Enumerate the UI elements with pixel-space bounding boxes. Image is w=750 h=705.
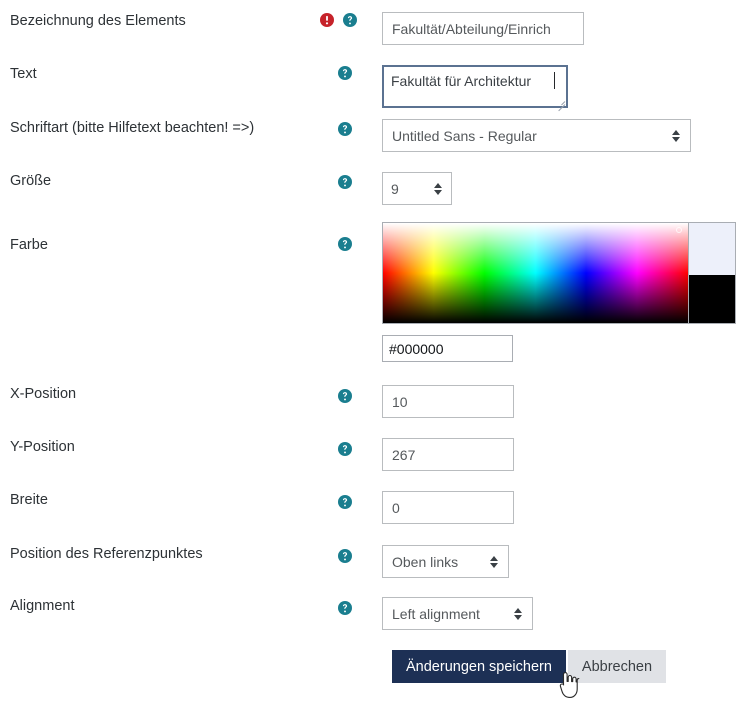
schriftart-select-value: Untitled Sans - Regular bbox=[392, 127, 537, 144]
spinner-updown-icon[interactable] bbox=[434, 182, 443, 196]
field-cell-farbe bbox=[382, 222, 750, 362]
form-row-bezeichnung: Bezeichnung des Elements bbox=[0, 12, 750, 45]
form-row-x-position: X-Position bbox=[0, 385, 750, 418]
form-row-farbe: Farbe bbox=[0, 222, 750, 362]
color-selection-marker bbox=[676, 227, 682, 233]
groesse-number-input[interactable]: 9 bbox=[382, 172, 452, 205]
chevron-updown-icon bbox=[514, 607, 523, 621]
alignment-select[interactable]: Left alignment bbox=[382, 597, 533, 630]
help-circle-icon[interactable] bbox=[338, 237, 352, 251]
field-cell-alignment: Left alignment bbox=[382, 597, 750, 630]
form-row-alignment: Alignment Left alignment bbox=[0, 597, 750, 630]
label-referenzpunkt: Position des Referenzpunktes bbox=[10, 546, 203, 562]
icon-cell-farbe bbox=[320, 222, 382, 251]
help-circle-icon[interactable] bbox=[338, 122, 352, 136]
help-circle-icon[interactable] bbox=[338, 389, 352, 403]
icon-cell-groesse bbox=[320, 172, 382, 189]
referenzpunkt-select[interactable]: Oben links bbox=[382, 545, 509, 578]
icon-cell-referenzpunkt bbox=[320, 545, 382, 563]
color-preview-previous[interactable] bbox=[689, 223, 735, 275]
bezeichnung-input[interactable] bbox=[382, 12, 584, 45]
form-actions: Änderungen speichern Abbrechen bbox=[392, 650, 667, 683]
icon-cell-x-position bbox=[320, 385, 382, 403]
chevron-updown-icon bbox=[672, 129, 681, 143]
field-cell-breite bbox=[382, 491, 750, 524]
icon-cell-bezeichnung bbox=[320, 12, 382, 27]
alignment-select-value: Left alignment bbox=[392, 605, 480, 622]
label-x-position: X-Position bbox=[10, 386, 77, 402]
text-caret bbox=[554, 72, 555, 89]
help-circle-icon[interactable] bbox=[343, 13, 357, 27]
icon-cell-text bbox=[320, 65, 382, 80]
form-row-breite: Breite bbox=[0, 491, 750, 524]
field-cell-schriftart: Untitled Sans - Regular bbox=[382, 119, 750, 152]
field-cell-x-position bbox=[382, 385, 750, 418]
label-breite: Breite bbox=[10, 492, 48, 508]
form-row-schriftart: Schriftart (bitte Hilfetext beachten! =>… bbox=[0, 119, 750, 152]
label-alignment: Alignment bbox=[10, 598, 75, 614]
schriftart-select[interactable]: Untitled Sans - Regular bbox=[382, 119, 691, 152]
help-circle-icon[interactable] bbox=[338, 175, 352, 189]
icon-cell-schriftart bbox=[320, 119, 382, 136]
cancel-button[interactable]: Abbrechen bbox=[567, 650, 667, 683]
text-textarea-wrapper: Fakultät für Architektur bbox=[382, 65, 568, 112]
label-bezeichnung: Bezeichnung des Elements bbox=[10, 13, 186, 29]
help-circle-icon[interactable] bbox=[338, 442, 352, 456]
color-picker[interactable] bbox=[382, 222, 736, 324]
groesse-value: 9 bbox=[391, 180, 399, 197]
element-settings-form: Bezeichnung des Elements Text bbox=[0, 0, 750, 703]
referenzpunkt-select-value: Oben links bbox=[392, 553, 459, 570]
help-circle-icon[interactable] bbox=[338, 601, 352, 615]
chevron-updown-icon bbox=[490, 555, 499, 569]
color-gradient-area[interactable] bbox=[383, 223, 688, 323]
hex-field-wrapper bbox=[382, 335, 750, 362]
error-exclamation-icon[interactable] bbox=[320, 13, 334, 27]
color-preview-current[interactable] bbox=[689, 275, 735, 323]
color-preview-panel bbox=[688, 223, 735, 323]
y-position-input[interactable] bbox=[382, 438, 514, 471]
icon-cell-alignment bbox=[320, 597, 382, 615]
field-cell-text: Fakultät für Architektur bbox=[382, 65, 750, 112]
help-circle-icon[interactable] bbox=[338, 495, 352, 509]
help-circle-icon[interactable] bbox=[338, 549, 352, 563]
field-cell-bezeichnung bbox=[382, 12, 750, 45]
save-button[interactable]: Änderungen speichern bbox=[392, 650, 566, 683]
label-farbe: Farbe bbox=[10, 237, 48, 253]
form-row-y-position: Y-Position bbox=[0, 438, 750, 471]
x-position-input[interactable] bbox=[382, 385, 514, 418]
label-groesse: Größe bbox=[10, 173, 52, 189]
label-y-position: Y-Position bbox=[10, 439, 75, 455]
help-circle-icon[interactable] bbox=[338, 66, 352, 80]
form-row-groesse: Größe 9 bbox=[0, 172, 750, 205]
icon-cell-y-position bbox=[320, 438, 382, 456]
field-cell-referenzpunkt: Oben links bbox=[382, 545, 750, 578]
text-textarea[interactable]: Fakultät für Architektur bbox=[382, 65, 568, 108]
icon-cell-breite bbox=[320, 491, 382, 509]
label-schriftart: Schriftart (bitte Hilfetext beachten! =>… bbox=[10, 120, 255, 136]
field-cell-groesse: 9 bbox=[382, 172, 750, 205]
color-hex-input[interactable] bbox=[382, 335, 513, 362]
label-text: Text bbox=[10, 66, 37, 82]
form-row-referenzpunkt: Position des Referenzpunktes Oben links bbox=[0, 545, 750, 578]
breite-input[interactable] bbox=[382, 491, 514, 524]
form-row-text: Text Fakultät für Architektur bbox=[0, 65, 750, 112]
field-cell-y-position bbox=[382, 438, 750, 471]
